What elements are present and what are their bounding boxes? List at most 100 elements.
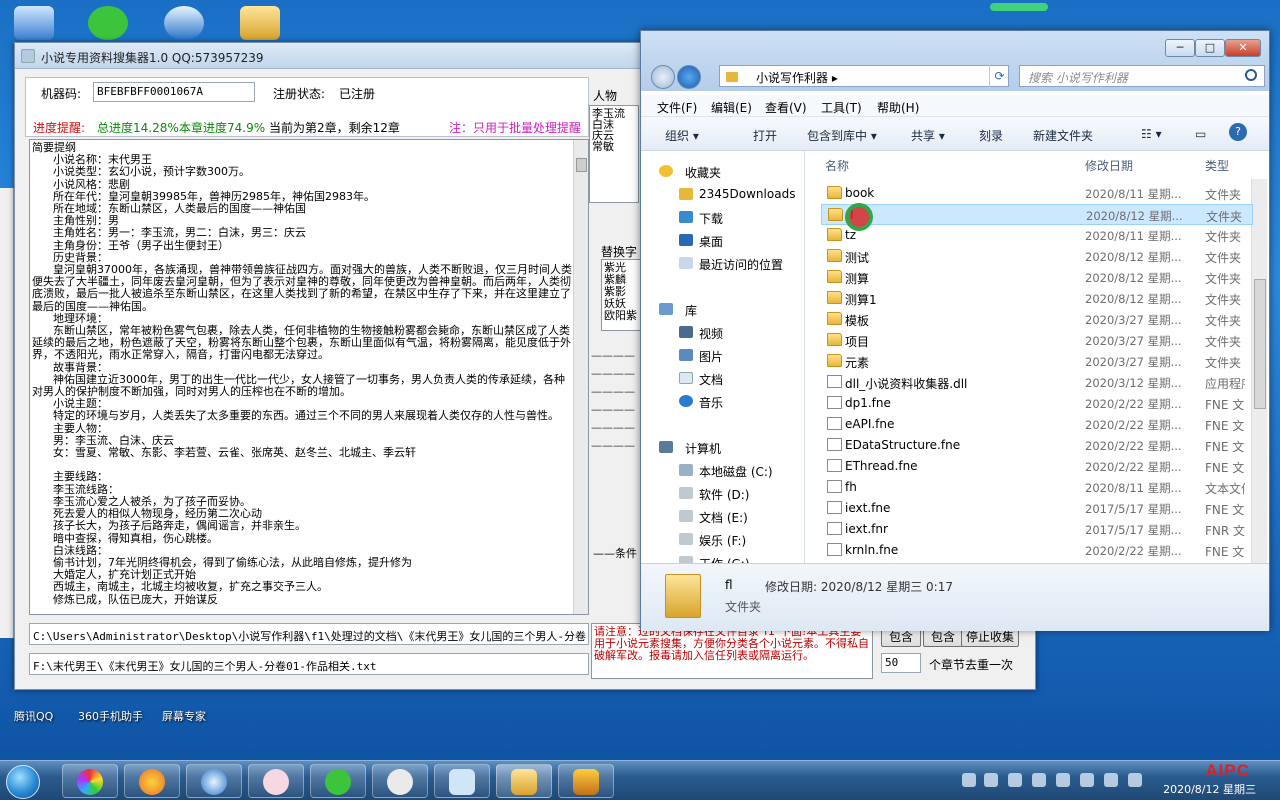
file-row[interactable]: 项目 2020/3/27 星期... 文件夹: [821, 330, 1253, 351]
people-item[interactable]: 常敏: [592, 141, 636, 152]
dedup-interval-input[interactable]: 50: [881, 653, 921, 673]
close-button[interactable]: ✕: [1225, 39, 1261, 57]
nav-download[interactable]: 下载: [699, 210, 723, 227]
nav-recent[interactable]: 最近访问的位置: [699, 256, 783, 273]
file-row[interactable]: 测试 2020/8/12 星期... 文件夹: [821, 246, 1253, 267]
scroll-thumb[interactable]: [1254, 279, 1266, 409]
desktop-label-qq[interactable]: 腾讯QQ: [14, 708, 53, 724]
file-row[interactable]: 模板 2020/3/27 星期... 文件夹: [821, 309, 1253, 330]
forward-button[interactable]: [677, 65, 701, 89]
column-name[interactable]: 名称: [825, 157, 849, 174]
open-button[interactable]: 打开: [753, 127, 777, 144]
column-type[interactable]: 类型: [1205, 157, 1229, 174]
preview-pane-icon[interactable]: ▭: [1195, 127, 1206, 141]
file-row[interactable]: book 2020/8/11 星期... 文件夹: [821, 183, 1253, 204]
back-button[interactable]: [651, 65, 675, 89]
file-row[interactable]: 测算1 2020/8/12 星期... 文件夹: [821, 288, 1253, 309]
new-folder-button[interactable]: 新建文件夹: [1033, 127, 1093, 144]
computer-icon[interactable]: [14, 6, 54, 40]
file-row[interactable]: EThread.fne 2020/2/22 星期... FNE 文: [821, 456, 1253, 477]
menu-help[interactable]: 帮助(H): [877, 99, 919, 116]
maximize-button[interactable]: □: [1195, 39, 1225, 57]
scroll-thumb[interactable]: [576, 158, 587, 172]
nav-drive-g[interactable]: 工作 (G:): [699, 555, 750, 563]
nav-downloads2345[interactable]: 2345Downloads: [699, 187, 795, 201]
search-input[interactable]: 搜索 小说写作利器: [1019, 65, 1265, 87]
nav-music[interactable]: 音乐: [699, 394, 723, 411]
microphone-icon[interactable]: [984, 773, 998, 787]
file-row[interactable]: dll_小说资料收集器.dll 2020/3/12 星期... 应用程序: [821, 372, 1253, 393]
file-row[interactable]: fh 2020/8/11 星期... 文本文件: [821, 477, 1253, 498]
flag-icon[interactable]: [1080, 773, 1094, 787]
column-date[interactable]: 修改日期: [1085, 157, 1133, 174]
folder-icon[interactable]: [240, 6, 280, 40]
file-row[interactable]: dp1.fne 2020/2/22 星期... FNE 文: [821, 393, 1253, 414]
organize-button[interactable]: 组织 ▾: [665, 127, 699, 144]
file-row[interactable]: iext.fnr 2017/5/17 星期... FNR 文: [821, 519, 1253, 540]
refresh-button[interactable]: ⟳: [989, 65, 1009, 87]
nav-drive-f[interactable]: 娱乐 (F:): [699, 532, 746, 549]
address-bar[interactable]: 小说写作利器 ▸: [719, 65, 1009, 87]
taskbar-button-ie[interactable]: [310, 764, 366, 798]
replace-item[interactable]: 欧阳紫: [604, 310, 638, 322]
wechat-icon[interactable]: [88, 6, 128, 40]
taskbar-button-wechat[interactable]: [372, 764, 428, 798]
people-list[interactable]: 李玉流 白沫 庆云 常敏: [589, 105, 639, 203]
desktop-label-360[interactable]: 360手机助手: [78, 708, 143, 724]
nav-desktop[interactable]: 桌面: [699, 233, 723, 250]
menu-tools[interactable]: 工具(T): [821, 99, 862, 116]
menu-view[interactable]: 查看(V): [765, 99, 807, 116]
file-row[interactable]: 元素 2020/3/27 星期... 文件夹: [821, 351, 1253, 372]
stack-app-icon[interactable]: [164, 6, 204, 40]
nav-drive-c[interactable]: 本地磁盘 (C:): [699, 463, 773, 480]
output-path-field[interactable]: F:\末代男王\《末代男王》女儿国的三个男人-分卷01-作品相关.txt: [29, 653, 589, 675]
taskbar-button-pink[interactable]: [248, 764, 304, 798]
help-icon[interactable]: ?: [1229, 123, 1247, 141]
file-row[interactable]: 测算 2020/8/12 星期... 文件夹: [821, 267, 1253, 288]
file-row[interactable]: EDataStructure.fne 2020/2/22 星期... FNE 文: [821, 435, 1253, 456]
taskbar-button-browser[interactable]: [124, 764, 180, 798]
file-row[interactable]: krnln.fne 2020/2/22 星期... FNE 文: [821, 540, 1253, 561]
source-path-field[interactable]: C:\Users\Administrator\Desktop\小说写作利器\f1…: [29, 623, 589, 645]
qq-tray-icon[interactable]: [1032, 773, 1046, 787]
outline-textarea[interactable]: 简要提纲 小说名称：末代男王 小说类型：玄幻小说，预计字数300万。 小说风格：…: [29, 139, 589, 615]
burn-button[interactable]: 刻录: [979, 127, 1003, 144]
file-date: 2020/8/12 星期...: [1085, 250, 1182, 264]
outline-scrollbar[interactable]: [573, 140, 588, 614]
notification-icon[interactable]: [1056, 773, 1070, 787]
menu-file[interactable]: 文件(F): [657, 99, 697, 116]
taskbar-button-stack[interactable]: [186, 764, 242, 798]
view-options-icon[interactable]: ☷ ▾: [1141, 127, 1162, 141]
file-row[interactable]: fl2020/8/12 星期...文件夹: [821, 204, 1253, 225]
volume-icon[interactable]: [1128, 773, 1142, 787]
file-row[interactable]: tz 2020/8/11 星期... 文件夹: [821, 225, 1253, 246]
nav-documents[interactable]: 文档: [699, 371, 723, 388]
nav-pictures[interactable]: 图片: [699, 348, 723, 365]
desktop-label-screen[interactable]: 屏幕专家: [162, 708, 206, 724]
clock[interactable]: 2020/8/12 星期三: [1163, 781, 1256, 797]
file-row[interactable]: eAPI.fne 2020/2/22 星期... FNE 文: [821, 414, 1253, 435]
taskbar-button-colorball[interactable]: [62, 764, 118, 798]
taskbar-button-crown[interactable]: [558, 764, 614, 798]
start-button[interactable]: [6, 765, 40, 799]
share-button[interactable]: 共享 ▾: [911, 127, 945, 144]
file-list-scrollbar[interactable]: [1251, 179, 1267, 563]
show-hidden-icon[interactable]: [1008, 773, 1022, 787]
replace-list[interactable]: 紫光 紫麟 紫影 妖妖 欧阳紫: [601, 259, 641, 331]
menu-edit[interactable]: 编辑(E): [711, 99, 752, 116]
nav-video[interactable]: 视频: [699, 325, 723, 342]
dedup-label: 个章节去重一次: [929, 658, 1014, 672]
keyboard-icon[interactable]: [962, 773, 976, 787]
include-library-button[interactable]: 包含到库中 ▾: [807, 127, 877, 144]
nav-favorites[interactable]: 收藏夹: [685, 164, 721, 181]
nav-drive-d[interactable]: 软件 (D:): [699, 486, 749, 503]
machine-code-field[interactable]: BFEBFBFF0001067A: [93, 82, 255, 102]
taskbar-button-explorer[interactable]: [496, 764, 552, 798]
nav-drive-e[interactable]: 文档 (E:): [699, 509, 748, 526]
minimize-button[interactable]: ─: [1165, 39, 1195, 57]
nav-library[interactable]: 库: [685, 302, 697, 319]
file-row[interactable]: iext.fne 2017/5/17 星期... FNE 文: [821, 498, 1253, 519]
taskbar-button-notepad[interactable]: [434, 764, 490, 798]
network-icon[interactable]: [1104, 773, 1118, 787]
nav-computer[interactable]: 计算机: [685, 440, 721, 457]
